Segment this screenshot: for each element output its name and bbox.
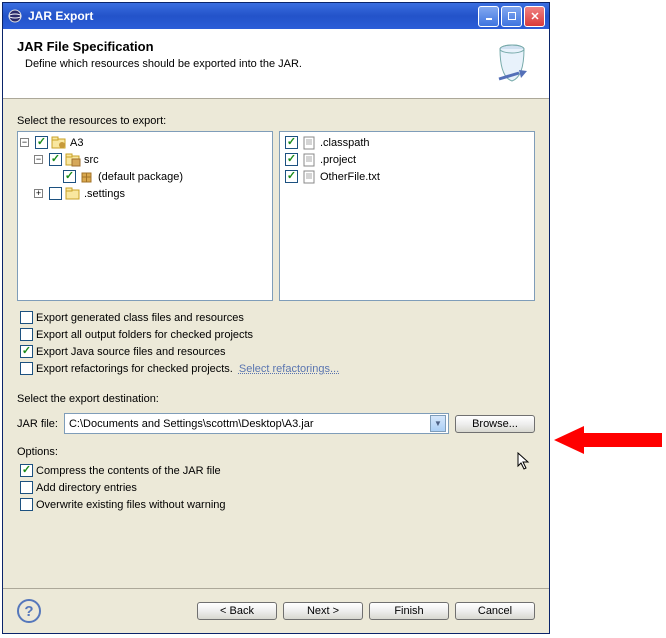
file-icon: [301, 169, 317, 185]
checkbox-src[interactable]: [49, 153, 62, 166]
jar-file-combo[interactable]: C:\Documents and Settings\scottm\Desktop…: [64, 413, 449, 434]
dropdown-icon[interactable]: ▼: [430, 415, 446, 432]
checkbox-project[interactable]: [285, 153, 298, 166]
destination-label: Select the export destination:: [17, 393, 535, 405]
cancel-button[interactable]: Cancel: [455, 602, 535, 620]
checkbox-otherfile[interactable]: [285, 170, 298, 183]
jar-export-dialog: JAR Export JAR File Specification Define…: [2, 2, 550, 634]
file-label: .project: [320, 154, 356, 166]
tree-node-src: − src: [20, 151, 270, 168]
minimize-button[interactable]: [478, 6, 499, 27]
source-folder-icon: [65, 152, 81, 168]
tree-node-settings: + .settings: [20, 185, 270, 202]
expand-icon[interactable]: +: [34, 189, 43, 198]
collapse-icon[interactable]: −: [34, 155, 43, 164]
collapse-icon[interactable]: −: [20, 138, 29, 147]
tree-label: .settings: [84, 188, 125, 200]
option-label: Export Java source files and resources: [36, 346, 226, 358]
select-refactorings-link[interactable]: Select refactorings...: [239, 363, 339, 375]
jar-icon: [491, 39, 535, 88]
option-label: Add directory entries: [36, 482, 137, 494]
jar-file-label: JAR file:: [17, 418, 58, 430]
option-label: Export all output folders for checked pr…: [36, 329, 253, 341]
option-label: Overwrite existing files without warning: [36, 499, 226, 511]
file-label: .classpath: [320, 137, 370, 149]
tree-node-a3: − A3: [20, 134, 270, 151]
tree-label: A3: [70, 137, 83, 149]
close-button[interactable]: [524, 6, 545, 27]
checkbox-export-source[interactable]: [20, 345, 33, 358]
options-label: Options:: [17, 446, 535, 458]
wizard-footer: ? < Back Next > Finish Cancel: [3, 588, 549, 633]
folder-icon: [65, 186, 81, 202]
banner-heading: JAR File Specification: [17, 39, 491, 54]
tree-label: src: [84, 154, 99, 166]
help-icon[interactable]: ?: [17, 599, 41, 623]
list-item: OtherFile.txt: [282, 168, 532, 185]
banner-subheading: Define which resources should be exporte…: [17, 58, 491, 70]
eclipse-icon: [7, 8, 23, 24]
back-button[interactable]: < Back: [197, 602, 277, 620]
checkbox-export-class[interactable]: [20, 311, 33, 324]
maximize-button[interactable]: [501, 6, 522, 27]
window-title: JAR Export: [28, 9, 93, 23]
option-label: Export generated class files and resourc…: [36, 312, 244, 324]
checkbox-export-refactorings[interactable]: [20, 362, 33, 375]
file-icon: [301, 152, 317, 168]
checkbox-compress[interactable]: [20, 464, 33, 477]
checkbox-default-package[interactable]: [63, 170, 76, 183]
titlebar[interactable]: JAR Export: [3, 3, 549, 29]
resources-label: Select the resources to export:: [17, 115, 535, 127]
jar-file-value: C:\Documents and Settings\scottm\Desktop…: [69, 418, 430, 430]
browse-button[interactable]: Browse...: [455, 415, 535, 433]
file-icon: [301, 135, 317, 151]
checkbox-add-directory[interactable]: [20, 481, 33, 494]
checkbox-settings[interactable]: [49, 187, 62, 200]
projects-tree[interactable]: − A3 − src: [17, 131, 273, 301]
checkbox-export-output[interactable]: [20, 328, 33, 341]
tree-label: (default package): [98, 171, 183, 183]
option-label: Compress the contents of the JAR file: [36, 465, 221, 477]
annotation-arrow: [554, 420, 662, 460]
project-icon: [51, 135, 67, 151]
list-item: .project: [282, 151, 532, 168]
checkbox-a3[interactable]: [35, 136, 48, 149]
package-icon: [79, 169, 95, 185]
tree-node-default-package: (default package): [20, 168, 270, 185]
finish-button[interactable]: Finish: [369, 602, 449, 620]
list-item: .classpath: [282, 134, 532, 151]
file-label: OtherFile.txt: [320, 171, 380, 183]
option-label: Export refactorings for checked projects…: [36, 363, 233, 375]
wizard-banner: JAR File Specification Define which reso…: [3, 29, 549, 99]
checkbox-overwrite[interactable]: [20, 498, 33, 511]
files-tree[interactable]: .classpath .project OtherFile.txt: [279, 131, 535, 301]
next-button[interactable]: Next >: [283, 602, 363, 620]
checkbox-classpath[interactable]: [285, 136, 298, 149]
